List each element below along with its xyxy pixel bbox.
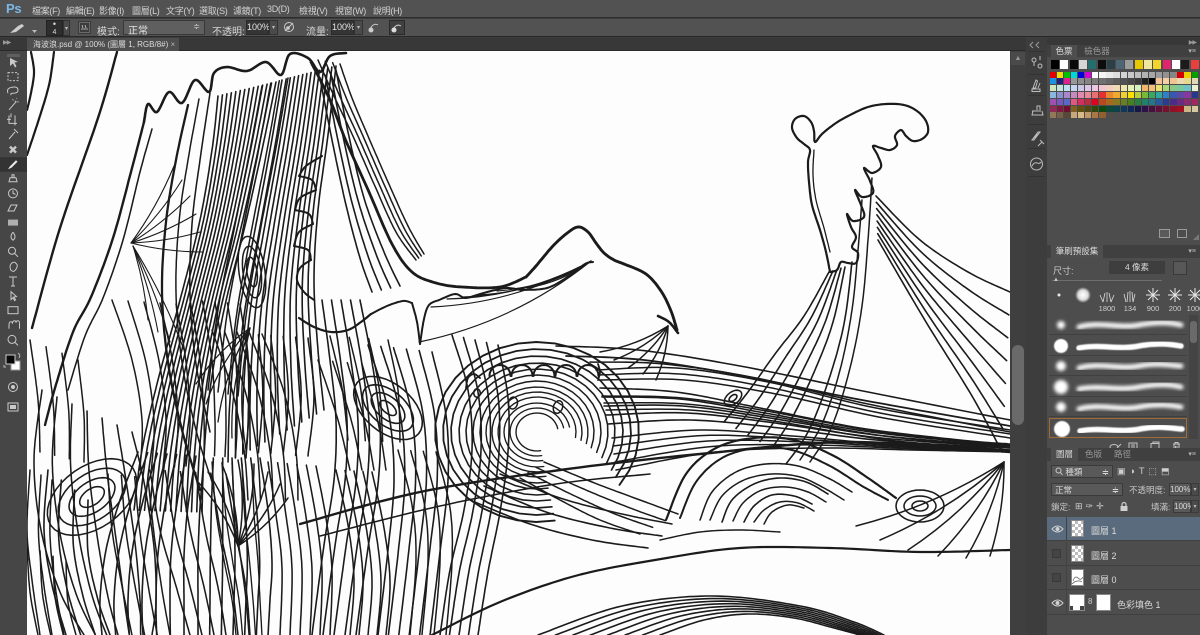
svg-text:1800: 1800 [1099, 304, 1116, 313]
svg-text:900: 900 [1147, 304, 1160, 313]
svg-text:134: 134 [1124, 304, 1137, 313]
svg-text:200: 200 [1169, 304, 1182, 313]
svg-text:1000: 1000 [1187, 304, 1200, 313]
